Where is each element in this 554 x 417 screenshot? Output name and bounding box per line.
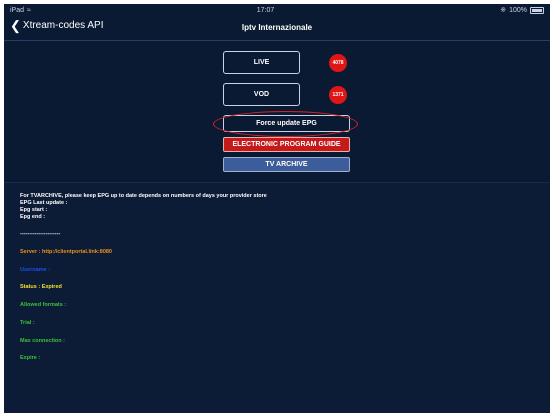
live-label: LIVE xyxy=(253,59,270,66)
epg-guide-button[interactable]: ELECTRONIC PROGRAM GUIDE xyxy=(223,137,350,152)
account-info-panel: For TVARCHIVE, please keep EPG up to dat… xyxy=(4,182,550,413)
navigation-bar: ❮ Xtream-codes API Iptv Internazionale xyxy=(4,16,550,41)
username-info: Username : xyxy=(20,267,50,273)
archive-note: For TVARCHIVE, please keep EPG up to dat… xyxy=(20,193,267,199)
bluetooth-icon: ※ xyxy=(500,7,507,14)
status-bar: iPad ≈ 17:07 ※ 100% xyxy=(4,4,550,16)
epg-guide-label: ELECTRONIC PROGRAM GUIDE xyxy=(232,141,341,148)
live-count-badge: 4078 xyxy=(329,54,347,72)
tv-archive-label: TV ARCHIVE xyxy=(265,161,308,168)
vod-count-badge: 1371 xyxy=(329,86,347,104)
expire-info: Expire : xyxy=(20,355,41,361)
epg-last-update: EPG Last update : xyxy=(20,200,68,206)
force-update-label: Force update EPG xyxy=(256,120,317,127)
page-title: Iptv Internazionale xyxy=(241,23,313,32)
battery-percent: 100% xyxy=(509,6,527,14)
max-connection-info: Max connection : xyxy=(20,338,65,344)
epg-start: Epg start : xyxy=(20,207,48,213)
battery-icon xyxy=(529,6,544,14)
status-left: iPad ≈ xyxy=(10,7,31,14)
vod-label: VOD xyxy=(253,91,270,98)
server-info: Server : http://clientportal.link:8080 xyxy=(20,249,112,255)
live-button[interactable]: LIVE xyxy=(223,51,300,74)
app-screen: iPad ≈ 17:07 ※ 100% ❮ Xtream-codes API I… xyxy=(4,4,550,413)
device-label: iPad xyxy=(10,6,25,14)
vod-button[interactable]: VOD xyxy=(223,83,300,106)
tv-archive-button[interactable]: TV ARCHIVE xyxy=(223,157,350,172)
force-update-epg-button[interactable]: Force update EPG xyxy=(223,115,350,132)
clock: 17:07 xyxy=(256,6,275,14)
status-info: Status : Expired xyxy=(20,284,62,290)
trial-info: Trial : xyxy=(20,320,35,326)
epg-end: Epg end : xyxy=(20,214,46,220)
allowed-formats-info: Allowed formats : xyxy=(20,302,67,308)
main-menu: LIVE 4078 VOD 1371 Force update EPG ELEC… xyxy=(4,41,550,191)
wifi-icon: ≈ xyxy=(27,6,31,14)
status-right: ※ 100% xyxy=(500,6,544,14)
separator: ---------------------- xyxy=(20,231,61,237)
